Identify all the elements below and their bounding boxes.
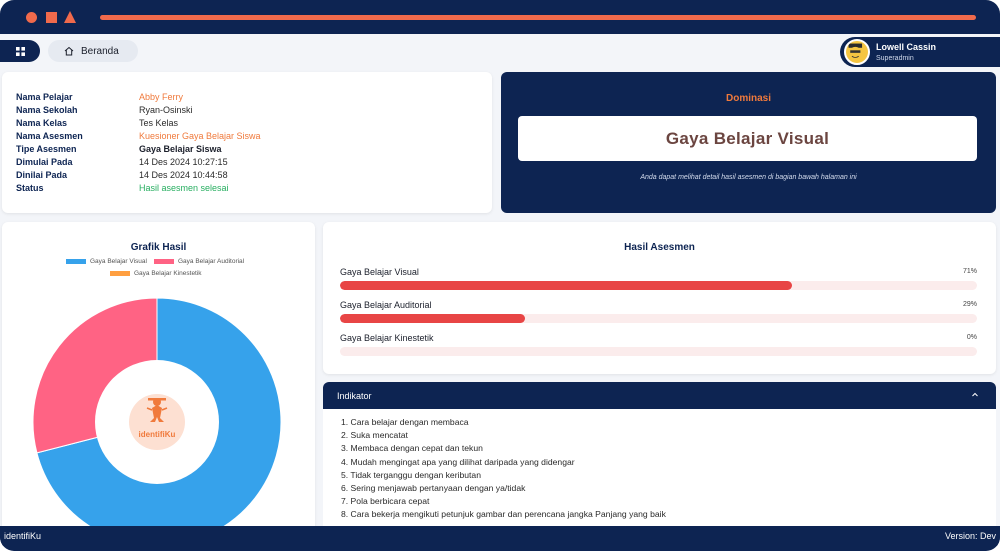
legend-swatch <box>66 259 86 264</box>
footer: identifiKu Version: Dev <box>0 526 1000 546</box>
footer-version: Version: Dev <box>944 531 996 541</box>
legend-swatch <box>154 259 174 264</box>
result-label-visual: Gaya Belajar Visual <box>340 267 419 277</box>
info-row: Dinilai Pada 14 Des 2024 10:44:58 <box>16 170 228 180</box>
dominasi-card: Dominasi Gaya Belajar Visual Anda dapat … <box>501 72 996 213</box>
grid-icon <box>15 46 25 56</box>
breadcrumb-label: Beranda <box>81 45 119 57</box>
progress-track <box>340 281 977 290</box>
circle-icon <box>26 12 37 23</box>
results-title: Hasil Asesmen <box>624 242 695 253</box>
chart-title: Grafik Hasil <box>130 242 187 253</box>
info-row: Status Hasil asesmen selesai <box>16 183 229 193</box>
progress-fill-auditorial <box>340 314 525 323</box>
dominasi-title: Dominasi <box>725 93 771 104</box>
list-item: 1. Cara belajar dengan membaca <box>341 417 469 427</box>
breadcrumb[interactable]: Beranda <box>48 40 138 62</box>
result-label-auditorial: Gaya Belajar Auditorial <box>340 300 432 310</box>
indikator-title: Indikator <box>337 390 372 401</box>
result-pct-visual: 71% <box>962 268 977 275</box>
list-item: 6. Sering menjawab pertanyaan dengan ya/… <box>341 483 526 494</box>
info-row: Tipe Asesmen Gaya Belajar Siswa <box>16 144 222 154</box>
dominasi-result: Gaya Belajar Visual <box>518 116 977 161</box>
assessment-info-card: Nama Pelajar Abby Ferry Nama Sekolah Rya… <box>2 72 492 213</box>
info-row: Nama Asesmen Kuesioner Gaya Belajar Sisw… <box>16 131 261 141</box>
window-frame: Beranda Lowell Cassin Superadmin Nama Pe… <box>0 0 1000 551</box>
info-row: Nama Pelajar Abby Ferry <box>16 92 184 102</box>
title-bar <box>0 0 1000 34</box>
indikator-card: Indikator 1. Cara belajar dengan membaca… <box>323 382 996 526</box>
user-name: Lowell Cassin <box>876 42 937 52</box>
user-role: Superadmin <box>876 55 914 62</box>
home-icon <box>64 46 74 56</box>
legend-item-kinestetik[interactable]: Gaya Belajar Kinestetik <box>110 270 202 277</box>
result-pct-kinestetik: 0% <box>966 334 977 341</box>
chart-card: Grafik Hasil Gaya Belajar Visual Gaya Be… <box>2 222 315 526</box>
list-item: 2. Suka mencatat <box>341 430 408 441</box>
result-label-kinestetik: Gaya Belajar Kinestetik <box>340 333 434 343</box>
legend-item-auditorial[interactable]: Gaya Belajar Auditorial <box>154 258 244 265</box>
list-item: 7. Pola berbicara cepat <box>341 496 430 507</box>
dominasi-note: Anda dapat melihat detail hasil asesmen … <box>640 174 857 181</box>
indikator-header[interactable]: Indikator <box>323 382 996 409</box>
chevron-up-icon[interactable] <box>970 390 980 400</box>
address-bar <box>100 15 976 20</box>
progress-track <box>340 347 977 356</box>
footer-brand: identifiKu <box>4 531 42 541</box>
results-card: Hasil Asesmen Gaya Belajar Visual 71% Ga… <box>323 222 996 374</box>
square-icon <box>46 12 57 23</box>
list-item: 8. Cara bekerja mengikuti petunjuk gamba… <box>341 509 666 520</box>
progress-track <box>340 314 977 323</box>
info-row: Nama Sekolah Ryan-Osinski <box>16 105 193 115</box>
logo-text: identifiKu <box>139 430 176 439</box>
legend-item-visual[interactable]: Gaya Belajar Visual <box>66 258 147 265</box>
avatar <box>844 39 870 65</box>
list-item: 3. Membaca dengan cepat dan tekun <box>341 443 483 454</box>
menu-toggle-button[interactable] <box>0 40 40 62</box>
progress-fill-visual <box>340 281 793 290</box>
list-item: 5. Tidak terganggu dengan keributan <box>341 469 481 480</box>
info-row: Dimulai Pada 14 Des 2024 10:27:15 <box>16 157 228 167</box>
indikator-list: 1. Cara belajar dengan membaca 2. Suka m… <box>341 416 666 522</box>
legend-swatch <box>110 271 130 276</box>
result-pct-auditorial: 29% <box>962 301 977 308</box>
user-menu[interactable]: Lowell Cassin Superadmin <box>840 37 1000 67</box>
donut-chart: identifiKu <box>32 297 282 526</box>
info-row: Nama Kelas Tes Kelas <box>16 118 179 128</box>
triangle-icon <box>64 11 76 23</box>
list-item: 4. Mudah mengingat apa yang dilihat dari… <box>341 456 575 467</box>
app-screen: Beranda Lowell Cassin Superadmin Nama Pe… <box>0 34 1000 526</box>
